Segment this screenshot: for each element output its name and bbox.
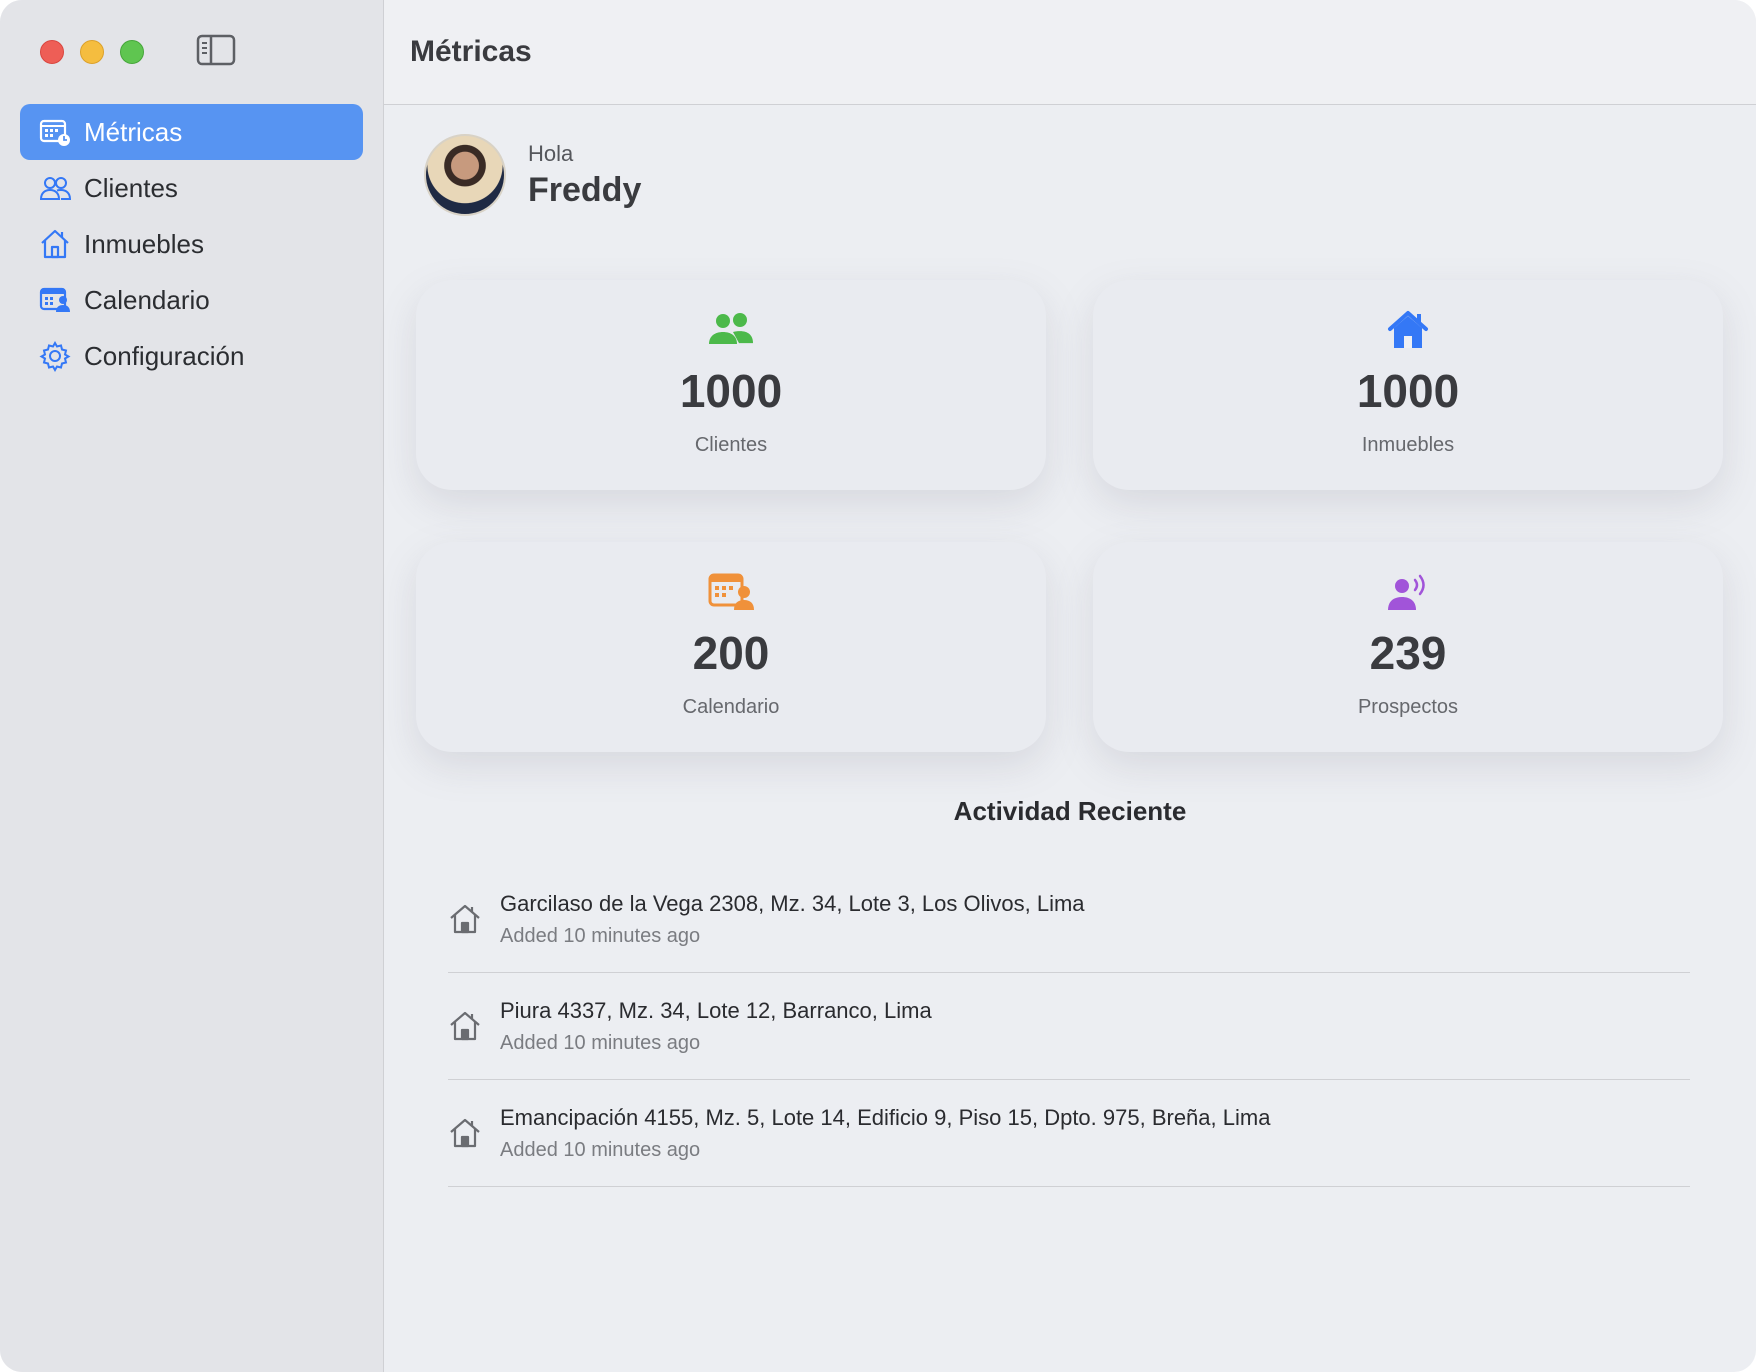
sidebar-nav: Métricas Clientes Inmuebles Calendario C…: [20, 104, 363, 384]
gear-icon: [38, 339, 72, 373]
calendar-person-icon: [38, 283, 72, 317]
calendar-person-icon: [416, 572, 1046, 612]
activity-title: Actividad Reciente: [953, 796, 1187, 826]
activity-item-subtitle: Added 10 minutes ago: [500, 924, 701, 947]
list-item[interactable]: Garcilaso de la Vega 2308, Mz. 34, Lote …: [448, 866, 1690, 973]
sidebar-item-label: Clientes: [84, 172, 178, 203]
calendar-clock-icon: [38, 115, 72, 149]
sidebar-item-metricas[interactable]: Métricas: [20, 104, 363, 160]
greeting-hello: Hola: [528, 140, 574, 166]
minimize-button[interactable]: [80, 40, 104, 64]
sidebar-item-label: Configuración: [84, 340, 245, 371]
page-title: Métricas: [410, 35, 532, 68]
metric-value: 239: [1369, 627, 1447, 679]
activity-list: Garcilaso de la Vega 2308, Mz. 34, Lote …: [448, 866, 1690, 1187]
activity-item-title: Garcilaso de la Vega 2308, Mz. 34, Lote …: [500, 890, 1085, 916]
list-item[interactable]: Piura 4337, Mz. 34, Lote 12, Barranco, L…: [448, 973, 1690, 1080]
metric-value: 1000: [1356, 365, 1460, 417]
house-icon: [448, 902, 482, 936]
sidebar-item-calendario[interactable]: Calendario: [20, 272, 363, 328]
toolbar: Métricas: [384, 0, 1756, 105]
metric-card-inmuebles[interactable]: 1000 Inmuebles: [1093, 280, 1723, 490]
activity-item-subtitle: Added 10 minutes ago: [500, 1031, 701, 1054]
app-window: Métricas Clientes Inmuebles Calendario C…: [0, 0, 1756, 1372]
sidebar-toggle-icon[interactable]: [196, 34, 236, 66]
activity-item-subtitle: Added 10 minutes ago: [500, 1138, 701, 1161]
sidebar-item-label: Métricas: [84, 116, 183, 147]
zoom-button[interactable]: [120, 40, 144, 64]
house-icon: [448, 1116, 482, 1150]
greeting-name: Freddy: [528, 170, 642, 209]
main-content: Métricas Hola Freddy 1000 Clientes 1000 …: [384, 0, 1756, 1372]
list-item[interactable]: Emancipación 4155, Mz. 5, Lote 14, Edifi…: [448, 1080, 1690, 1187]
close-button[interactable]: [40, 40, 64, 64]
metric-value: 200: [692, 627, 770, 679]
metric-label: Inmuebles: [1361, 434, 1455, 456]
metric-card-calendario[interactable]: 200 Calendario: [416, 542, 1046, 752]
activity-item-title: Emancipación 4155, Mz. 5, Lote 14, Edifi…: [500, 1104, 1271, 1130]
avatar[interactable]: [424, 134, 506, 216]
metric-value: 1000: [679, 365, 783, 417]
house-icon: [38, 227, 72, 261]
people-icon: [38, 171, 72, 205]
sidebar-item-label: Calendario: [84, 284, 210, 315]
metric-label: Calendario: [682, 696, 780, 718]
sidebar-item-inmuebles[interactable]: Inmuebles: [20, 216, 363, 272]
activity-item-title: Piura 4337, Mz. 34, Lote 12, Barranco, L…: [500, 997, 932, 1023]
metric-label: Prospectos: [1357, 696, 1459, 718]
metric-label: Clientes: [694, 434, 768, 456]
window-controls: [40, 40, 144, 64]
metric-card-clientes[interactable]: 1000 Clientes: [416, 280, 1046, 490]
house-icon: [1093, 310, 1723, 350]
person-wave-icon: [1093, 572, 1723, 612]
sidebar-item-label: Inmuebles: [84, 228, 204, 259]
sidebar-item-configuracion[interactable]: Configuración: [20, 328, 363, 384]
sidebar: Métricas Clientes Inmuebles Calendario C…: [0, 0, 384, 1372]
house-icon: [448, 1009, 482, 1043]
metric-card-prospectos[interactable]: 239 Prospectos: [1093, 542, 1723, 752]
people-icon: [416, 310, 1046, 350]
sidebar-item-clientes[interactable]: Clientes: [20, 160, 363, 216]
greeting: Hola Freddy: [424, 134, 641, 216]
